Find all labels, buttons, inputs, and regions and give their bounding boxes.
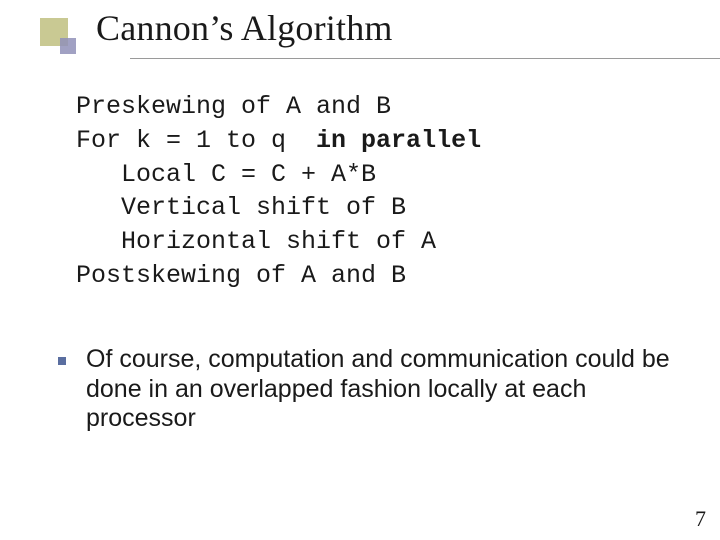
bullet-text: Of course, computation and communication… [86,345,690,434]
code-line-2b-bold: in parallel [316,126,481,155]
code-line-2a: For k = 1 to q [76,126,316,155]
title-underline [130,58,720,59]
code-line-3: Local C = C + A*B [76,160,376,189]
slide: Cannon’s Algorithm Preskewing of A and B… [0,0,720,540]
code-line-4: Vertical shift of B [76,193,406,222]
bullet-item: Of course, computation and communication… [58,345,690,434]
code-line-1: Preskewing of A and B [76,92,391,121]
bullet-square-icon [58,357,66,365]
title-ornament [40,18,76,54]
page-number: 7 [695,506,706,532]
slide-title: Cannon’s Algorithm [96,7,393,49]
algorithm-code: Preskewing of A and B For k = 1 to q in … [76,90,481,293]
code-line-6: Postskewing of A and B [76,261,406,290]
code-line-5: Horizontal shift of A [76,227,436,256]
ornament-square-small [60,38,76,54]
